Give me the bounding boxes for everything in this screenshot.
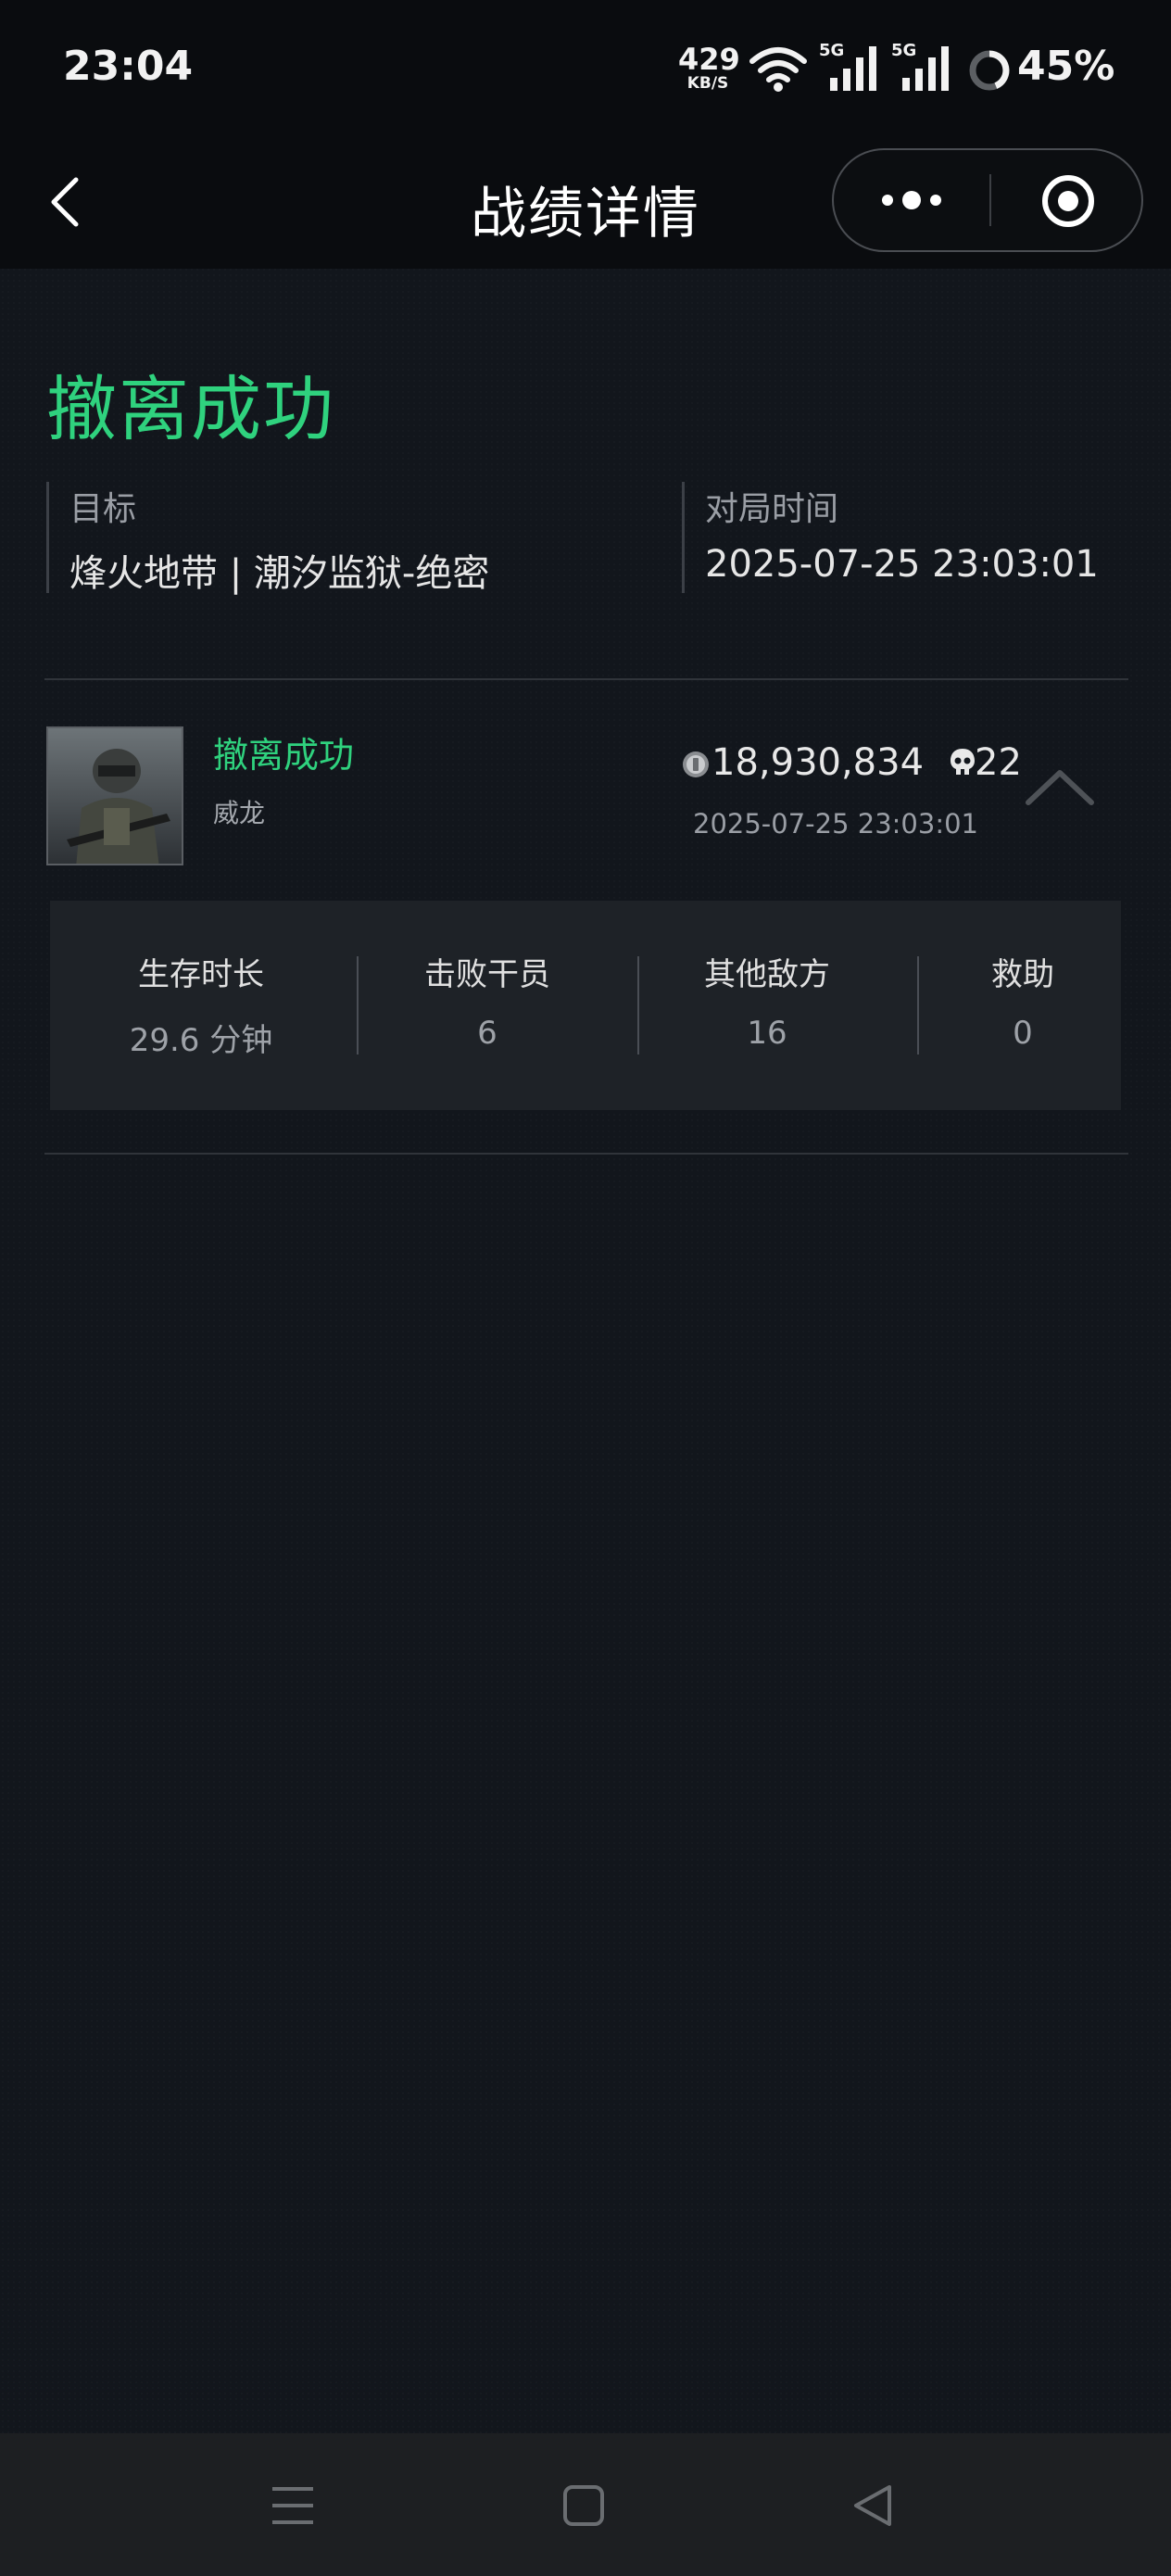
record-status: 撤离成功 [213, 735, 355, 776]
section-divider [44, 678, 1128, 680]
signal-icon-2: 5G [891, 41, 952, 93]
back-triangle-icon [854, 2485, 891, 2526]
signal-bars-icon [902, 46, 949, 91]
record-timestamp: 2025-07-25 23:03:01 [693, 808, 978, 840]
recent-apps-button[interactable] [265, 2478, 321, 2533]
target-value: 烽火地带 | 潮汐监狱-绝密 [69, 552, 490, 595]
close-button[interactable] [991, 150, 1143, 250]
network-speed-unit: KB/S [686, 74, 729, 93]
bottom-divider [44, 1153, 1128, 1155]
stat-operators-defeated: 击败干员 6 [387, 949, 587, 1052]
match-time-value: 2025-07-25 23:03:01 [705, 543, 1099, 586]
stat-separator [637, 956, 639, 1054]
stat-label: 生存时长 [138, 956, 264, 993]
operator-portrait-image [48, 728, 182, 864]
system-navigation-bar [0, 2433, 1171, 2576]
stat-separator [357, 956, 359, 1054]
menu-icon [272, 2487, 313, 2524]
stat-survival-time: 生存时长 29.6 分钟 [98, 949, 304, 1060]
more-icon [882, 191, 941, 209]
close-target-icon [1042, 175, 1094, 227]
result-title: 撤离成功 [46, 368, 335, 450]
stat-label: 救助 [991, 956, 1054, 993]
system-back-button[interactable] [845, 2478, 900, 2533]
stat-other-enemies: 其他敌方 16 [667, 949, 867, 1052]
status-time: 23:04 [63, 43, 194, 90]
chevron-up-icon [1026, 770, 1094, 805]
home-button[interactable] [556, 2478, 611, 2533]
home-icon [563, 2485, 604, 2526]
mini-program-capsule [832, 148, 1143, 252]
match-time-block: 对局时间 2025-07-25 23:03:01 [682, 482, 1127, 593]
stat-rescues: 救助 0 [958, 949, 1088, 1052]
record-operator: 威龙 [213, 798, 266, 828]
operator-avatar [46, 726, 183, 865]
stat-label: 击败干员 [424, 956, 550, 993]
signal-bars-icon [830, 46, 876, 91]
stat-label: 其他敌方 [704, 956, 830, 993]
network-speed-value: 429 [678, 42, 740, 77]
screen: 23:04 429 KB/S 5G 5G 45% 战绩详情 撤离成功 目标 烽火… [0, 0, 1171, 2576]
status-bar: 23:04 429 KB/S 5G 5G 45% [0, 0, 1171, 139]
record-kills: 22 [975, 741, 1022, 784]
stat-value: 0 [1013, 1015, 1033, 1052]
network-speed: 429 KB/S [678, 42, 740, 93]
record-money: 18,930,834 [711, 741, 925, 784]
stat-value: 6 [477, 1015, 497, 1052]
match-record[interactable]: 撤离成功 威龙 18,930,834 22 2025-07-25 23:03:0… [44, 723, 1128, 871]
coin-icon [683, 751, 709, 777]
skull-icon [951, 749, 975, 775]
stat-value: 16 [747, 1015, 787, 1052]
wifi-icon [749, 47, 807, 92]
collapse-button[interactable] [1023, 762, 1097, 817]
signal-icon-1: 5G [819, 41, 880, 93]
target-label: 目标 [69, 490, 137, 528]
battery-percent: 45% [1017, 43, 1115, 90]
target-block: 目标 烽火地带 | 潮汐监狱-绝密 [46, 482, 648, 595]
more-button[interactable] [834, 150, 989, 250]
battery-ring-icon [969, 50, 1010, 91]
nav-bar: 战绩详情 [0, 139, 1171, 269]
stat-value: 29.6 分钟 [129, 1022, 273, 1059]
stats-panel: 生存时长 29.6 分钟 击败干员 6 其他敌方 16 救助 0 [50, 901, 1121, 1110]
stat-separator [917, 956, 919, 1054]
match-time-label: 对局时间 [705, 490, 839, 528]
